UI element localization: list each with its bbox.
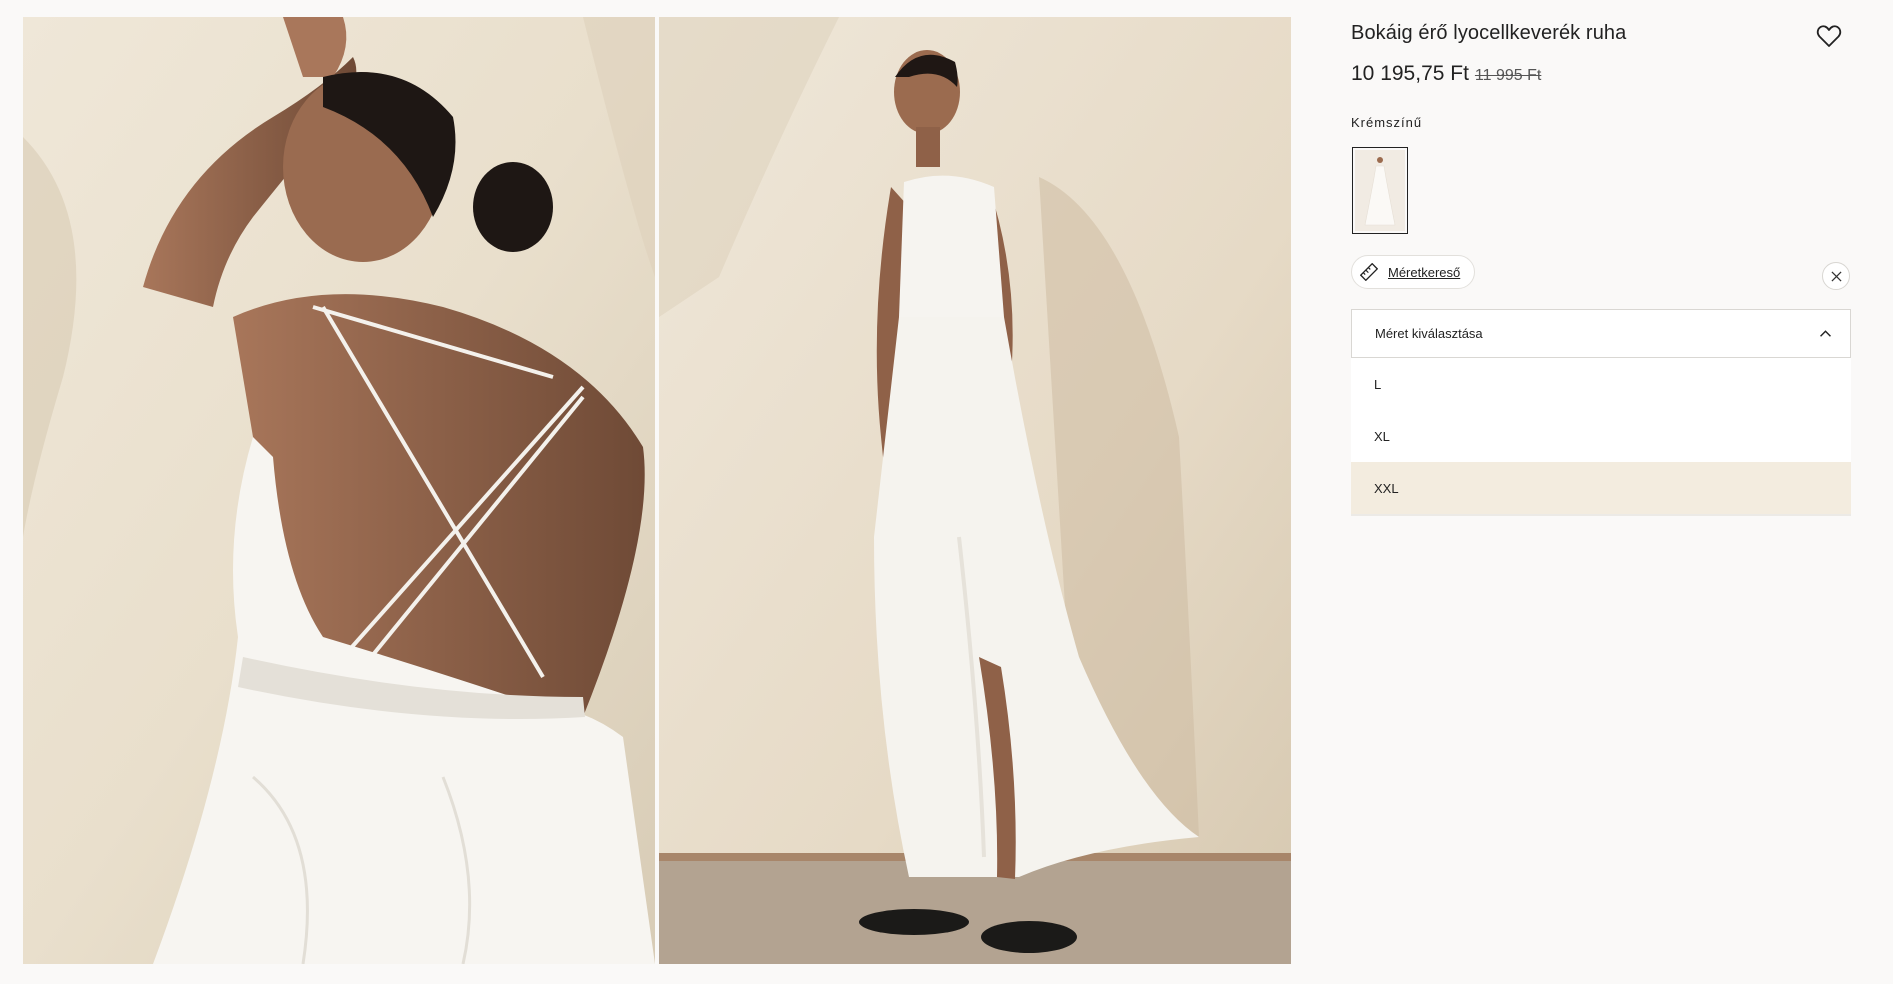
current-price: 10 195,75 Ft <box>1351 62 1469 85</box>
chevron-up-icon <box>1820 330 1831 337</box>
size-finder-button[interactable]: Méretkereső <box>1351 255 1476 289</box>
original-price: 11 995 Ft <box>1474 67 1542 84</box>
size-options-list: L XL XXL <box>1351 358 1851 516</box>
close-size-dropdown-button[interactable] <box>1822 262 1850 290</box>
size-option-xxl[interactable]: XXL <box>1351 462 1851 514</box>
product-info-panel: Bokáig érő lyocellkeverék ruha 10 195,75… <box>1351 0 1851 984</box>
size-finder-label: Méretkereső <box>1388 264 1461 280</box>
size-option-xl[interactable]: XL <box>1351 410 1851 462</box>
favorite-button[interactable] <box>1816 24 1842 48</box>
size-option-l[interactable]: L <box>1351 358 1851 410</box>
size-select[interactable]: Méret kiválasztása <box>1351 309 1851 358</box>
close-icon <box>1830 270 1842 282</box>
color-label: Krémszínű <box>1351 115 1423 130</box>
heart-icon <box>1816 25 1842 47</box>
price-row: 10 195,75 Ft 11 995 Ft <box>1351 62 1541 86</box>
color-swatch-selected[interactable] <box>1352 147 1408 234</box>
product-title: Bokáig érő lyocellkeverék ruha <box>1351 22 1627 44</box>
ruler-icon <box>1360 263 1378 281</box>
product-photo-full-view[interactable] <box>659 17 1291 964</box>
product-photo-back-view[interactable] <box>23 17 655 964</box>
size-select-placeholder: Méret kiválasztása <box>1375 326 1483 341</box>
swatch-thumbnail <box>1355 150 1405 231</box>
product-gallery <box>23 17 1291 964</box>
